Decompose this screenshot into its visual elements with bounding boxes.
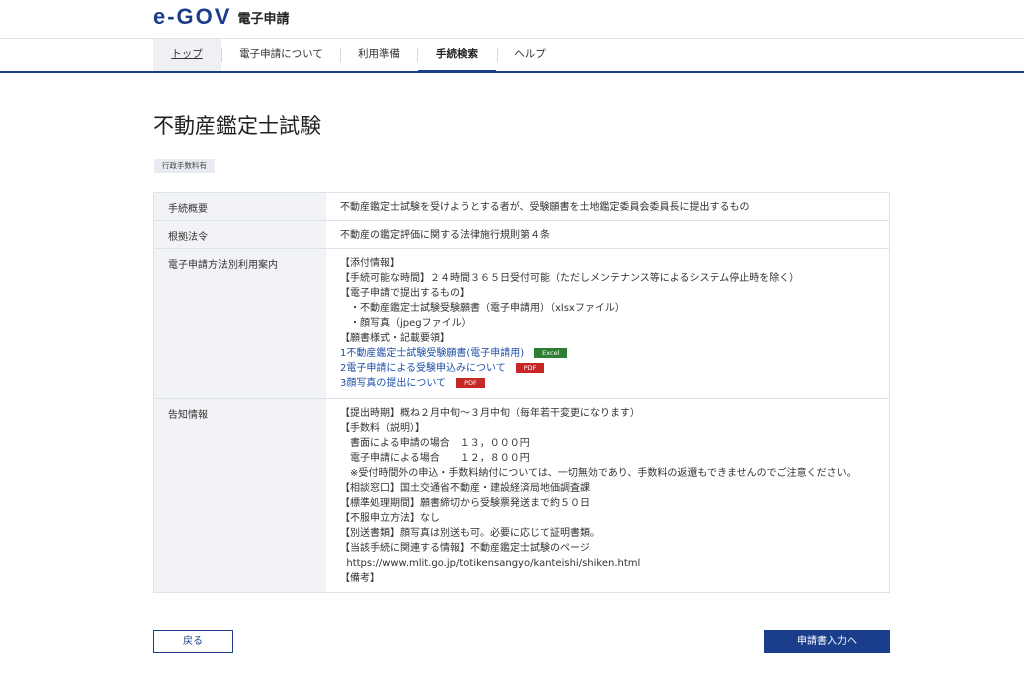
row-value: 【添付情報】 【手続可能な時間】２４時間３６５日受付可能（ただしメンテナンス等に… bbox=[326, 248, 890, 399]
procedure-info-table: 手続概要 不動産鑑定士試験を受けようとする者が、受験願書を土地鑑定委員会委員長に… bbox=[153, 192, 890, 593]
row-label: 根拠法令 bbox=[153, 220, 326, 249]
form-link-row: 1不動産鑑定士試験受験願書(電子申請用) Excel bbox=[340, 346, 879, 361]
guide-line: 【手続可能な時間】２４時間３６５日受付可能（ただしメンテナンス等によるシステム停… bbox=[340, 273, 800, 284]
notice-line: 【提出時期】概ね２月中旬～３月中旬（毎年若干変更になります） bbox=[340, 408, 640, 419]
logo-subtitle: 電子申請 bbox=[237, 12, 290, 27]
notice-line: ※受付時間外の申込・手数料納付については、一切無効であり、手数料の返還もできませ… bbox=[340, 468, 857, 479]
pdf-tag: PDF bbox=[515, 363, 545, 373]
logo-mark: e-GOV bbox=[153, 4, 232, 29]
table-row: 手続概要 不動産鑑定士試験を受けようとする者が、受験願書を土地鑑定委員会委員長に… bbox=[153, 192, 890, 221]
row-label: 告知情報 bbox=[153, 398, 326, 593]
nav-divider bbox=[221, 48, 222, 62]
nav-divider bbox=[497, 48, 498, 62]
table-row: 告知情報 【提出時期】概ね２月中旬～３月中旬（毎年若干変更になります） 【手数料… bbox=[153, 398, 890, 593]
nav-item-top[interactable]: トップ bbox=[153, 39, 221, 71]
page-title: 不動産鑑定士試験 bbox=[153, 114, 321, 138]
guide-line: 【電子申請で提出するもの】 bbox=[340, 288, 470, 299]
egov-logo[interactable]: e-GOV 電子申請 bbox=[153, 4, 290, 29]
guide-line: 【添付情報】 bbox=[340, 258, 400, 269]
notice-line: 【手数料（説明）】 bbox=[340, 423, 425, 434]
row-label: 手続概要 bbox=[153, 192, 326, 221]
proceed-to-application-button[interactable]: 申請書入力へ bbox=[764, 630, 890, 653]
notice-line: 【当該手続に関連する情報】不動産鑑定士試験のページ bbox=[340, 543, 590, 554]
photo-submission-link[interactable]: 3顔写真の提出について bbox=[340, 378, 446, 389]
guide-line: ・不動産鑑定士試験受験願書（電子申請用）（xlsxファイル） bbox=[340, 303, 625, 314]
nav-item-preparation[interactable]: 利用準備 bbox=[346, 39, 412, 71]
notice-line: 電子申請による場合 １２，８００円 bbox=[340, 453, 530, 464]
pdf-tag: PDF bbox=[456, 378, 485, 388]
excel-tag: Excel bbox=[534, 348, 568, 358]
header: e-GOV 電子申請 bbox=[0, 0, 1024, 38]
fee-badge: 行政手数料有 bbox=[154, 159, 215, 173]
notice-line: 【相談窓口】国土交通省不動産・建設経済局地価調査課 bbox=[340, 483, 590, 494]
back-button[interactable]: 戻る bbox=[153, 630, 233, 653]
nav-item-procedure-search[interactable]: 手続検索 bbox=[418, 39, 496, 73]
form-link-row: 3顔写真の提出について PDF bbox=[340, 376, 879, 391]
notice-line: 【別送書類】顔写真は別送も可。必要に応じて証明書類。 bbox=[340, 528, 600, 539]
guide-line: 【願書様式・記載要領】 bbox=[340, 333, 450, 344]
row-label: 電子申請方法別利用案内 bbox=[153, 248, 326, 399]
notice-line: 【備考】 bbox=[340, 573, 380, 584]
nav-item-about[interactable]: 電子申請について bbox=[227, 39, 335, 71]
table-row: 電子申請方法別利用案内 【添付情報】 【手続可能な時間】２４時間３６５日受付可能… bbox=[153, 248, 890, 399]
table-row: 根拠法令 不動産の鑑定評価に関する法律施行規則第４条 bbox=[153, 220, 890, 249]
row-value: 不動産の鑑定評価に関する法律施行規則第４条 bbox=[326, 220, 890, 249]
main-nav: トップ 電子申請について 利用準備 手続検索 ヘルプ bbox=[0, 38, 1024, 73]
application-form-link[interactable]: 1不動産鑑定士試験受験願書(電子申請用) bbox=[340, 348, 524, 359]
notice-line: 【標準処理期間】願書締切から受験票発送まで約５０日 bbox=[340, 498, 590, 509]
electronic-application-guide-link[interactable]: 2電子申請による受験申込みについて bbox=[340, 363, 506, 374]
guide-line: ・顔写真（jpegファイル） bbox=[340, 318, 472, 329]
notice-line: 【不服申立方法】なし bbox=[340, 513, 440, 524]
row-value: 【提出時期】概ね２月中旬～３月中旬（毎年若干変更になります） 【手数料（説明）】… bbox=[326, 398, 890, 593]
nav-divider bbox=[340, 48, 341, 62]
form-link-row: 2電子申請による受験申込みについて PDF bbox=[340, 361, 879, 376]
notice-url: https://www.mlit.go.jp/totikensangyo/kan… bbox=[340, 558, 641, 569]
notice-line: 書面による申請の場合 １３，０００円 bbox=[340, 438, 530, 449]
row-value: 不動産鑑定士試験を受けようとする者が、受験願書を土地鑑定委員会委員長に提出するも… bbox=[326, 192, 890, 221]
nav-item-help[interactable]: ヘルプ bbox=[500, 39, 560, 71]
